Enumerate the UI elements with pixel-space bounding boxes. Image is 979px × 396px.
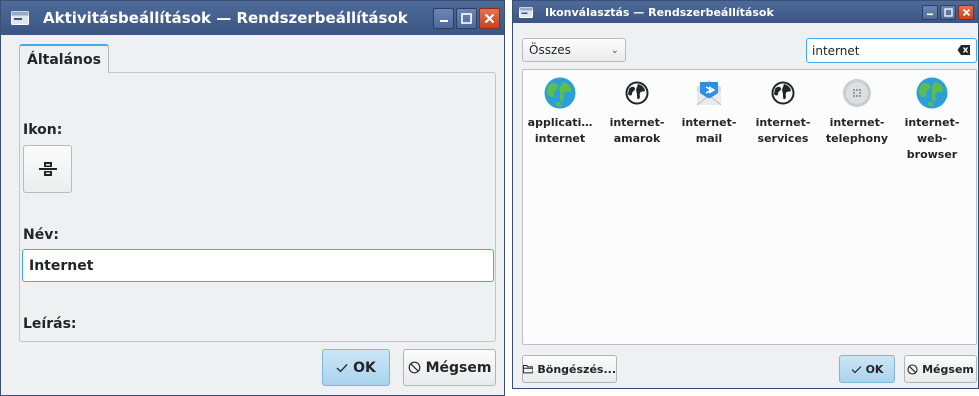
icon-item-internet-web-browser[interactable]: internet- web- browser — [901, 76, 963, 163]
minimize-icon — [927, 13, 933, 16]
icon-caption: internet- amarok — [609, 116, 665, 145]
minimize-button[interactable] — [922, 4, 938, 20]
icon-caption: internet- web- browser — [904, 116, 960, 161]
browse-label: Böngészés... — [537, 362, 616, 376]
window-title: Ikonválasztás — Rendszerbeállítások — [545, 5, 774, 19]
search-input[interactable] — [806, 38, 977, 63]
activity-settings-window: Aktivitásbeállítások — Rendszerbeállítás… — [0, 0, 505, 396]
icon-item-internet-telephony[interactable]: internet- telephony — [826, 76, 888, 147]
icon-chooser-window: Ikonválasztás — Rendszerbeállítások Össz… — [512, 0, 979, 389]
category-value: Összes — [529, 43, 571, 57]
minimize-button[interactable] — [433, 7, 454, 29]
icon-item-internet-amarok[interactable]: internet- amarok — [606, 76, 668, 147]
activities-icon — [38, 162, 57, 176]
close-icon — [484, 13, 495, 23]
icon-label: Ikon: — [23, 122, 63, 138]
tab-general[interactable]: Általános — [19, 44, 109, 73]
tab-bar: Általános — [19, 44, 109, 73]
globe-black-icon — [625, 81, 649, 105]
minimize-icon — [439, 20, 448, 22]
search-box — [806, 38, 977, 63]
globe-color-icon — [916, 77, 948, 109]
icon-caption: internet- mail — [681, 116, 737, 145]
general-tab-panel — [19, 72, 496, 342]
folder-icon — [523, 365, 534, 374]
ok-label: OK — [865, 362, 884, 376]
checkmark-icon — [336, 363, 348, 372]
close-icon — [962, 8, 970, 16]
globe-color-icon — [544, 77, 576, 109]
browse-button[interactable]: Böngészés... — [522, 355, 617, 383]
clear-text-icon[interactable] — [957, 44, 971, 56]
name-input[interactable] — [22, 249, 494, 282]
icon-picker-button[interactable] — [23, 145, 72, 193]
icon-item-internet-services[interactable]: internet- services — [752, 76, 814, 147]
icon-chooser-titlebar[interactable]: Ikonválasztás — Rendszerbeállítások — [513, 1, 978, 23]
description-label: Leírás: — [23, 316, 77, 332]
icon-caption: internet- services — [755, 116, 811, 145]
maximize-button[interactable] — [456, 7, 477, 29]
window-title: Aktivitásbeállítások — Rendszerbeállítás… — [43, 9, 408, 27]
cancel-circle-icon — [907, 363, 918, 375]
window-menu-icon[interactable] — [11, 11, 29, 25]
chevron-down-icon: ⌄ — [610, 44, 619, 56]
checkmark-icon — [851, 365, 861, 373]
maximize-button[interactable] — [940, 4, 956, 20]
icon-item-applications-internet[interactable]: applicati… internet — [527, 76, 593, 147]
activity-titlebar[interactable]: Aktivitásbeállítások — Rendszerbeállítás… — [1, 1, 504, 35]
telephony-icon — [843, 79, 871, 107]
category-select[interactable]: Összes ⌄ — [522, 38, 626, 62]
close-button[interactable] — [958, 4, 974, 20]
ok-label: OK — [353, 359, 376, 376]
icon-item-internet-mail[interactable]: internet- mail — [678, 76, 740, 147]
ok-button[interactable]: OK — [322, 349, 390, 386]
close-button[interactable] — [479, 7, 500, 29]
icon-caption: applicati… internet — [527, 116, 593, 145]
icon-grid: applicati… internet internet- amarok int… — [522, 69, 977, 345]
cancel-label: Mégsem — [922, 362, 974, 376]
maximize-icon — [943, 7, 953, 17]
globe-black-icon — [771, 81, 795, 105]
cancel-label: Mégsem — [425, 359, 492, 376]
icon-caption: internet- telephony — [825, 116, 889, 145]
maximize-icon — [461, 12, 472, 24]
cancel-button[interactable]: Mégsem — [904, 355, 977, 383]
mail-icon — [696, 80, 722, 106]
cancel-circle-icon — [408, 361, 420, 374]
ok-button[interactable]: OK — [839, 355, 895, 383]
window-menu-icon[interactable] — [519, 6, 533, 18]
cancel-button[interactable]: Mégsem — [403, 349, 496, 386]
name-label: Név: — [23, 227, 59, 243]
